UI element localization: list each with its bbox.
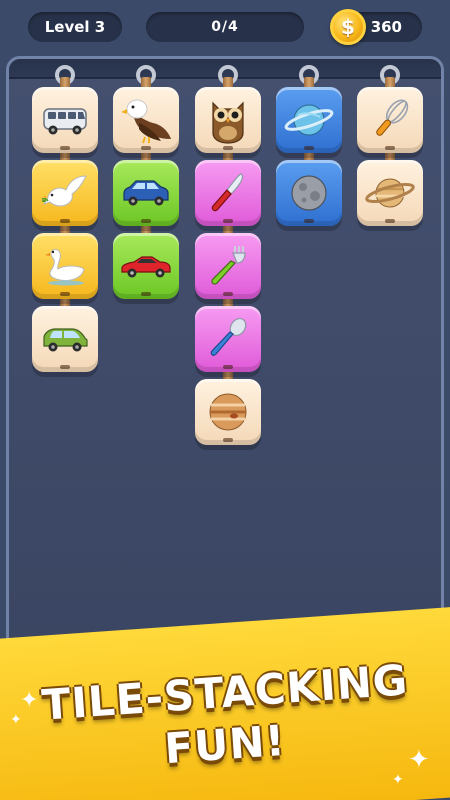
coin-count: 360 — [370, 18, 402, 36]
coin-icon: $ — [330, 9, 366, 45]
level-label: Level 3 — [44, 18, 106, 36]
blue-car-icon — [123, 180, 169, 206]
minivan-icon — [43, 328, 88, 352]
moon-icon — [291, 175, 327, 211]
eagle-icon — [121, 99, 171, 144]
whisk-icon — [376, 99, 409, 136]
tile-eagle[interactable] — [113, 87, 179, 153]
tile-red-sports-car[interactable] — [113, 233, 179, 299]
dove-icon — [41, 175, 87, 207]
tile-minivan[interactable] — [32, 306, 98, 372]
tile-swan[interactable] — [32, 233, 98, 299]
ringed-planet-icon — [284, 104, 334, 136]
fork-icon — [211, 245, 246, 285]
tile-van[interactable] — [32, 87, 98, 153]
tile-whisk[interactable] — [357, 87, 423, 153]
tile-saturn[interactable] — [357, 160, 423, 226]
tile-fork[interactable] — [195, 233, 261, 299]
spoon-icon — [210, 318, 247, 356]
progress-text: 0/4 — [211, 19, 239, 35]
knife-icon — [211, 173, 244, 212]
swan-icon — [45, 249, 85, 286]
tile-blue-car[interactable] — [113, 160, 179, 226]
sparkle-icon: ✦ — [392, 772, 404, 788]
tile-jupiter[interactable] — [195, 379, 261, 445]
owl-icon — [212, 101, 244, 144]
sparkle-icon: ✦ — [408, 745, 430, 775]
jupiter-icon — [209, 393, 247, 431]
tile-moon[interactable] — [276, 160, 342, 226]
sparkle-icon: ✦ — [20, 688, 39, 713]
saturn-icon — [365, 178, 415, 208]
sparkle-icon: ✦ — [10, 712, 22, 728]
tile-owl[interactable] — [195, 87, 261, 153]
tile-dove[interactable] — [32, 160, 98, 226]
progress-indicator: 0/4 — [146, 12, 304, 42]
tile-spoon[interactable] — [195, 306, 261, 372]
tile-knife[interactable] — [195, 160, 261, 226]
red-sports-car-icon — [121, 256, 171, 278]
coin-counter: $ 360 — [330, 9, 422, 45]
tile-ringed-planet[interactable] — [276, 87, 342, 153]
tile-board — [6, 56, 444, 696]
van-icon — [43, 108, 87, 135]
level-indicator: Level 3 — [28, 12, 122, 42]
